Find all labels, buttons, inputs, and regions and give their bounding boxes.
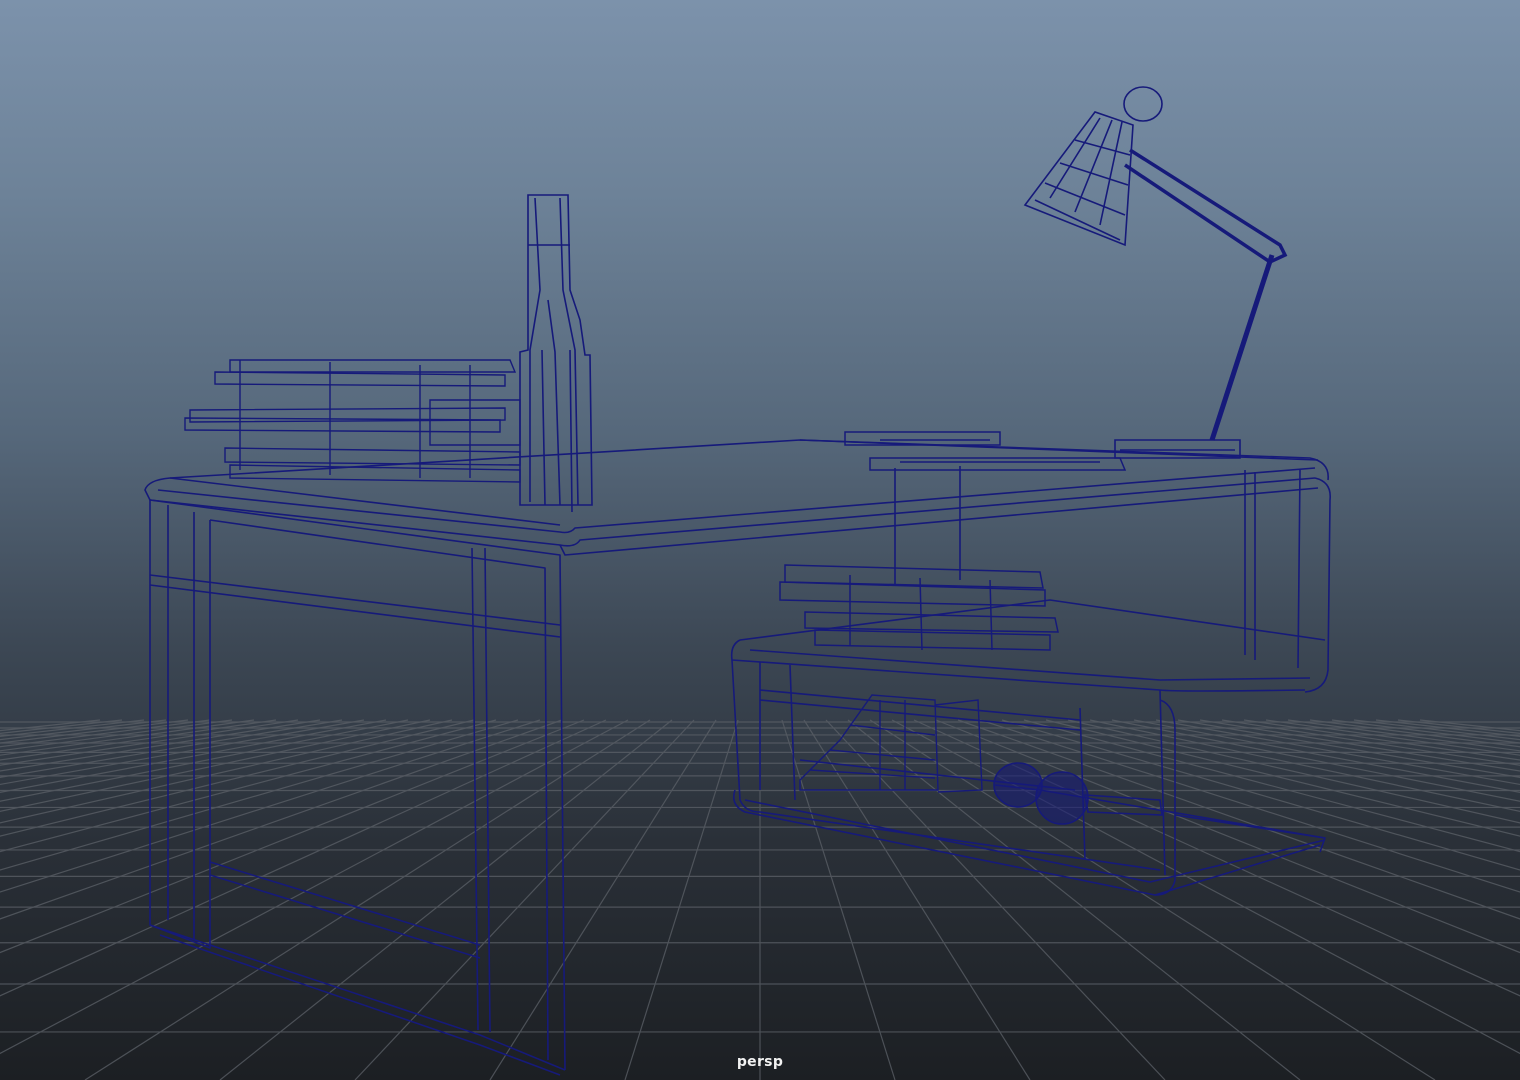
grid-line (0, 719, 541, 893)
grid-line (1287, 719, 1520, 752)
grid-line (0, 719, 101, 732)
grid-line (1023, 719, 1520, 853)
grid-line (1045, 719, 1520, 837)
perspective-viewport[interactable]: persp (0, 0, 1520, 1080)
grid-line (891, 719, 1520, 1055)
grid-line (0, 719, 189, 744)
grid-line (1001, 719, 1520, 871)
stacked-books[interactable] (184, 359, 521, 483)
desk-lamp[interactable] (1023, 86, 1288, 459)
grid-line (1419, 719, 1520, 732)
bottles[interactable] (519, 194, 593, 513)
grid-line (0, 719, 607, 997)
grid-line (0, 719, 321, 772)
camera-label: persp (736, 1054, 784, 1070)
grid-line (0, 719, 519, 871)
grid-line (1067, 719, 1520, 824)
grid-line (1199, 719, 1520, 772)
shelf-books[interactable] (779, 564, 1059, 651)
grid-line (957, 719, 1520, 920)
wireframe-scene[interactable] (0, 0, 1520, 1080)
grid-line (0, 719, 629, 1055)
grid-line (0, 719, 453, 824)
grid-line (1331, 719, 1520, 744)
grid-line (0, 719, 497, 853)
grid-line (869, 719, 1436, 1080)
grid-line (0, 719, 167, 741)
grid-line (1353, 719, 1520, 741)
grid-line (0, 719, 233, 752)
grid-line (0, 719, 475, 837)
